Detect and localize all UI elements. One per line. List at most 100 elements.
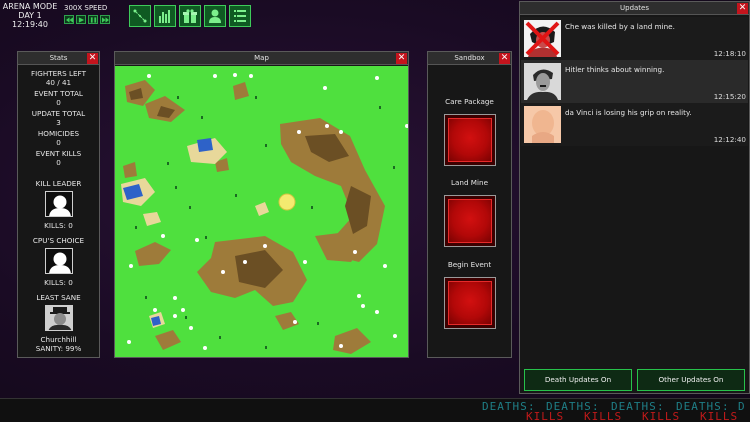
game-clock: 12:19:40 [12,20,48,29]
cpu-choice-label: CPU'S CHOICE [32,236,85,245]
event-total-stat: EVENT TOTAL 0 [18,89,99,107]
updates-title-text: Updates [620,4,649,12]
arena-map[interactable] [115,66,408,357]
fighters-left-stat: FIGHTERS LEFT 40 / 41 [18,69,99,87]
ticker-kills: KILLS [584,410,623,422]
map-route-button[interactable] [129,5,151,27]
begin-event-button[interactable] [444,277,496,329]
map-route-icon [133,9,147,23]
update-message: Hitler thinks about winning. [565,65,665,74]
updates-title: Updates ✕ [520,2,749,15]
least-sane-label: LEAST SANE [36,293,81,302]
event-kills-label: EVENT KILLS [35,149,82,158]
sandbox-panel: Sandbox ✕ Care Package Land Mine Begin E… [427,51,512,358]
list-icon [234,10,246,22]
update-time: 12:12:40 [713,135,746,144]
hitler-portrait [524,63,561,100]
speed-label: 300X SPEED [64,4,108,12]
stats-close-button[interactable]: ✕ [87,53,98,64]
da-vinci-portrait [524,106,561,143]
update-item[interactable]: Che was killed by a land mine. 12:18:10 [521,17,748,60]
map-close-button[interactable]: ✕ [396,53,407,64]
pause-icon [90,16,96,23]
least-sane-sanity: SANITY: 99% [35,344,82,353]
day-label: DAY 1 [18,11,42,20]
ticker-kills: KILLS [526,410,565,422]
speed-control: 300X SPEED [64,4,114,24]
cpu-choice-stat: CPU'S CHOICE KILLS: 0 [18,236,99,287]
homicides-label: HOMICIDES [37,129,80,138]
rewind-button[interactable] [64,15,74,24]
statistics-button[interactable] [154,5,176,27]
update-time: 12:18:10 [713,49,746,58]
sandbox-title-text: Sandbox [454,54,485,62]
land-mine-button[interactable] [444,195,496,247]
fighters-left-label: FIGHTERS LEFT [31,69,86,78]
arena-status: ARENA MODE DAY 1 12:19:40 [2,2,58,29]
gift-button[interactable] [179,5,201,27]
least-sane-stat: LEAST SANE Churchhill SANITY: 99% [18,293,99,353]
update-message: da Vinci is losing his grip on reality. [565,108,692,117]
updates-panel: Updates ✕ Che was killed by a land mine.… [519,1,750,394]
event-kills-stat: EVENT KILLS 0 [18,149,99,167]
fast-forward-button[interactable] [100,15,110,24]
other-updates-toggle[interactable]: Other Updates On [637,369,745,391]
fighters-button[interactable] [204,5,226,27]
play-button[interactable] [76,15,86,24]
sandbox-title: Sandbox ✕ [428,52,511,65]
event-list-button[interactable] [229,5,251,27]
tool-bar [129,5,251,27]
gift-icon [183,9,197,23]
least-sane-portrait[interactable] [44,305,73,331]
ticker-kills: KILLS [700,410,739,422]
ticker-deaths: DEATHS [482,400,528,413]
update-time: 12:15:20 [713,92,746,101]
map-title-text: Map [254,54,269,62]
rewind-icon [65,16,73,23]
event-ticker: DEATHS : DEATHS : DEATHS : DEATHS : D KI… [0,398,750,422]
event-total-label: EVENT TOTAL [34,89,83,98]
person-icon [209,9,221,23]
fighters-left-value: 40 / 41 [45,78,72,87]
kill-leader-kills: KILLS: 0 [44,221,73,230]
che-portrait [524,20,561,57]
update-total-label: UPDATE TOTAL [31,109,86,118]
updates-close-button[interactable]: ✕ [737,3,748,14]
death-updates-toggle[interactable]: Death Updates On [524,369,632,391]
bar-chart-icon [159,10,170,23]
play-icon [78,16,84,23]
sandbox-close-button[interactable]: ✕ [499,53,510,64]
kill-leader-label: KILL LEADER [35,179,82,188]
update-item[interactable]: Hitler thinks about winning. 12:15:20 [521,60,748,103]
update-total-value: 3 [56,118,61,127]
event-kills-value: 0 [56,158,61,167]
care-package-button[interactable] [444,114,496,166]
fast-forward-icon [101,16,109,23]
terrain-layer [121,73,408,354]
map-title: Map ✕ [115,52,408,65]
arena-mode-label: ARENA MODE [2,2,58,11]
silhouette-icon [48,252,71,273]
update-total-stat: UPDATE TOTAL 3 [18,109,99,127]
care-package-label: Care Package [445,97,494,106]
least-sane-name: Churchhill [40,335,77,344]
pause-button[interactable] [88,15,98,24]
ticker-kills: KILLS [642,410,681,422]
kill-leader-avatar[interactable] [44,191,73,217]
cpu-choice-avatar[interactable] [44,248,73,274]
stats-title: Stats ✕ [18,52,99,65]
begin-event-label: Begin Event [447,260,492,269]
update-item[interactable]: da Vinci is losing his grip on reality. … [521,103,748,146]
homicides-stat: HOMICIDES 0 [18,129,99,147]
event-total-value: 0 [56,98,61,107]
homicides-value: 0 [56,138,61,147]
land-mine-label: Land Mine [451,178,488,187]
stats-panel: Stats ✕ FIGHTERS LEFT 40 / 41 EVENT TOTA… [17,51,100,358]
kill-leader-stat: KILL LEADER KILLS: 0 [18,179,99,230]
silhouette-icon [48,195,71,216]
update-message: Che was killed by a land mine. [565,22,675,31]
churchill-portrait [45,306,72,330]
ticker-deaths-partial: D [738,400,746,413]
stats-title-text: Stats [49,54,68,62]
cpu-choice-kills: KILLS: 0 [44,278,73,287]
